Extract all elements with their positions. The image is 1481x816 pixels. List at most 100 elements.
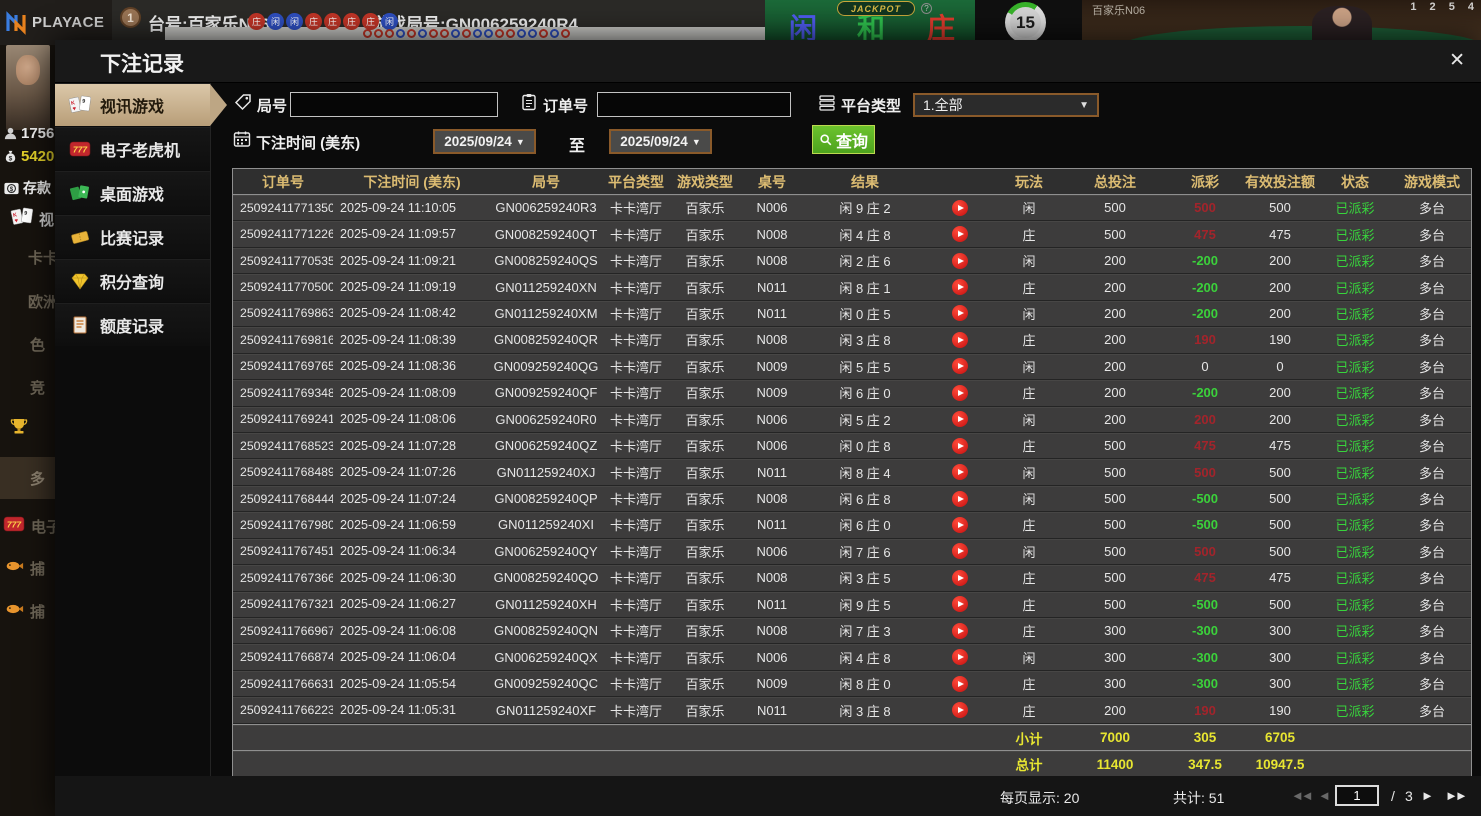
bet-type-cell: 庄 <box>1022 624 1036 640</box>
rail-item-2[interactable]: 欧洲 <box>28 291 55 312</box>
replay-cell <box>925 354 995 379</box>
date-from-select[interactable]: 2025/09/24 ▼ <box>433 129 536 154</box>
first-page-button[interactable]: ◄◄ <box>1291 788 1314 803</box>
total-bet-cell: 300 <box>1104 649 1126 665</box>
replay-play-button[interactable] <box>952 622 968 639</box>
chevron-down-icon: ▼ <box>515 136 525 147</box>
date-to-select[interactable]: 2025/09/24 ▼ <box>609 129 712 154</box>
next-page-button[interactable]: ► <box>1421 788 1434 803</box>
user-id-value: 1756 <box>21 125 55 142</box>
bet-time-cell: 2025-09-24 11:07:28 <box>340 438 457 453</box>
replay-play-button[interactable] <box>952 358 968 375</box>
replay-play-button[interactable] <box>952 649 968 666</box>
bet-type-cell: 庄 <box>1022 227 1036 243</box>
table-no-cell: N006 <box>756 411 788 427</box>
page-input[interactable] <box>1335 785 1379 806</box>
valid-bet-cell: 500 <box>1269 596 1291 612</box>
replay-cell <box>925 592 995 617</box>
replay-play-button[interactable] <box>952 384 968 401</box>
balance-stat: $ 5420 <box>3 148 54 165</box>
sidebar-item-3[interactable]: 比赛记录 <box>55 215 210 258</box>
order-id-cell: 250924117692410 <box>240 412 333 427</box>
result-cell: 闲 3 庄 8 <box>839 703 891 719</box>
rail-item-7[interactable]: 777 电子 <box>2 513 55 539</box>
replay-play-button[interactable] <box>952 226 968 243</box>
mode-cell: 多台 <box>1418 597 1445 613</box>
list-icon <box>819 95 835 111</box>
total-bet-cell: 500 <box>1104 596 1126 612</box>
result-cell: 闲 4 庄 8 <box>839 227 891 243</box>
rail-item-label: 色 <box>30 337 46 354</box>
payout-cell: 500 <box>1194 543 1216 559</box>
replay-play-button[interactable] <box>952 569 968 586</box>
replay-play-button[interactable] <box>952 596 968 613</box>
play-icon <box>958 627 964 634</box>
payout-cell: -500 <box>1191 517 1219 533</box>
rail-item-3[interactable]: 色 <box>30 334 55 355</box>
payout-cell: -300 <box>1191 623 1219 639</box>
last-page-button[interactable]: ►► <box>1445 788 1468 803</box>
replay-play-button[interactable] <box>952 675 968 692</box>
order-input[interactable] <box>597 92 791 117</box>
replay-play-button[interactable] <box>952 543 968 560</box>
replay-play-button[interactable] <box>952 490 968 507</box>
rail-item-1[interactable]: 卡卡 <box>28 247 55 268</box>
table-row: 250924117705359 2025-09-24 11:09:21 GN0082… <box>233 247 1471 275</box>
mode-cell: 多台 <box>1418 333 1445 349</box>
ticket-icon <box>68 225 92 249</box>
rail-item-6[interactable]: 多 <box>0 457 55 499</box>
valid-bet-cell: 500 <box>1269 517 1291 533</box>
round-id-cell: GN006259240QX <box>494 649 598 665</box>
replay-play-button[interactable] <box>952 279 968 296</box>
replay-play-button[interactable] <box>952 199 968 216</box>
round-id-cell: GN008259240QT <box>494 226 598 242</box>
replay-play-button[interactable] <box>952 702 968 719</box>
rail-item-0[interactable]: K ♥ 9 视 <box>10 205 55 233</box>
result-cell: 闲 7 庄 3 <box>839 624 891 640</box>
top-bar: PLAYACE 1 台号:百家乐N06 游戏局号:GN006259240R4 庄… <box>0 0 1481 45</box>
bet-time-cell: 2025-09-24 11:07:26 <box>340 465 457 480</box>
sidebar-item-1[interactable]: 777 电子老虎机 <box>55 127 210 170</box>
sidebar-item-2[interactable]: 桌面游戏 <box>55 171 210 214</box>
table-no-cell: N008 <box>756 226 788 242</box>
valid-bet-cell: 300 <box>1269 649 1291 665</box>
round-id-cell: GN009259240QF <box>494 385 598 401</box>
rail-item-4[interactable]: 竞 <box>30 377 55 398</box>
replay-play-button[interactable] <box>952 252 968 269</box>
replay-play-button[interactable] <box>952 464 968 481</box>
column-header: 派彩 <box>1191 173 1219 190</box>
rail-item-8[interactable]: 捕 <box>3 556 55 580</box>
replay-play-button[interactable] <box>952 516 968 533</box>
close-icon[interactable]: ✕ <box>1449 49 1465 72</box>
sidebar-item-4[interactable]: 积分查询 <box>55 259 210 302</box>
deposit-item[interactable]: $ 存款 <box>3 178 51 198</box>
platform-cell: 卡卡湾厅 <box>609 227 662 243</box>
jackpot-help-icon[interactable]: ? <box>921 3 932 14</box>
total-bet-cell: 200 <box>1104 411 1126 427</box>
prev-page-button[interactable]: ◄ <box>1318 788 1331 803</box>
sidebar-item-5[interactable]: 额度记录 <box>55 303 210 346</box>
logo-text: PLAYACE <box>32 14 105 31</box>
table-row: 250924117669676 2025-09-24 11:06:08 GN0082… <box>233 618 1471 645</box>
deposit-icon: $ <box>4 182 19 194</box>
table-no-cell: N011 <box>756 517 788 533</box>
replay-play-button[interactable] <box>952 331 968 348</box>
table-row: 250924117705001 2025-09-24 11:09:19 GN0112… <box>233 274 1471 301</box>
play-icon <box>958 548 964 555</box>
rail-item-label: 欧洲 <box>28 294 55 311</box>
table-no-cell: N006 <box>756 438 788 454</box>
order-id-cell: 250924117674514 <box>240 544 333 559</box>
rail-item-5[interactable] <box>8 415 55 441</box>
sidebar-item-0[interactable]: K ♥ 9 视讯游戏 <box>55 83 227 126</box>
replay-play-button[interactable] <box>952 305 968 322</box>
table-row: 250924117668749 2025-09-24 11:06:04 GN0062… <box>233 644 1471 671</box>
rail-item-9[interactable]: 捕 <box>3 599 55 623</box>
round-input[interactable] <box>290 92 498 117</box>
search-button[interactable]: 查询 <box>812 125 875 154</box>
platform-select[interactable]: 1.全部 ▼ <box>913 93 1099 117</box>
user-avatar[interactable] <box>6 45 50 130</box>
play-icon <box>958 257 964 264</box>
bet-type-cell: 闲 <box>1022 306 1036 322</box>
replay-play-button[interactable] <box>952 411 968 428</box>
replay-play-button[interactable] <box>952 437 968 454</box>
